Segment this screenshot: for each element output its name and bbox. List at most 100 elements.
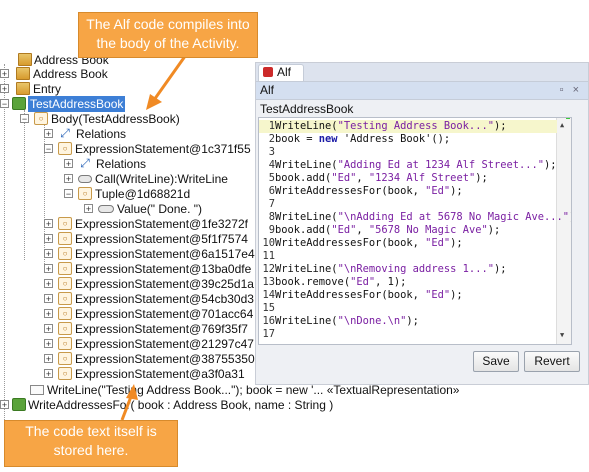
package-icon [18, 53, 32, 66]
code-line: 3 [259, 146, 275, 159]
code-text: ); [569, 211, 571, 223]
expand-icon[interactable]: + [44, 309, 53, 319]
code-text: ); [493, 263, 507, 275]
code-line: 6WriteAddressesFor(book, "Ed"); [259, 185, 463, 198]
tree-item-label: WriteAddressesFor( book : Address Book, … [28, 398, 334, 412]
comment-icon [30, 385, 44, 395]
line-number: 6 [268, 185, 275, 197]
expand-icon[interactable]: + [44, 234, 53, 244]
tree-item-label: ExpressionStatement@6a1517e4 [75, 247, 255, 261]
window-controls[interactable]: ▫ × [560, 82, 582, 99]
structured-node-icon: ○ [58, 262, 72, 275]
tree-item-label: Value(" Done. ") [117, 202, 203, 216]
expand-icon[interactable]: + [0, 69, 9, 79]
code-text: ); [406, 315, 419, 327]
tab-alf[interactable]: Alf [258, 64, 304, 81]
string-literal: "\nRemoving address 1..." [337, 263, 494, 275]
code-text: WriteLine( [275, 159, 338, 171]
code-text: , 1); [375, 276, 407, 288]
tree-item-label: ExpressionStatement@54cb30d3 [75, 292, 254, 306]
string-literal: "Ed" [331, 172, 357, 184]
expand-icon[interactable]: + [44, 354, 53, 364]
code-text: book.remove( [275, 276, 351, 288]
code-text: WriteLine( [275, 120, 338, 132]
collapse-icon[interactable]: − [20, 114, 29, 124]
string-literal: "1234 Alf Street" [368, 172, 476, 184]
line-number: 15 [262, 302, 275, 314]
callout-bottom-arrow [120, 384, 138, 421]
code-line: 9book.add("Ed", "5678 No Magic Ave"); [259, 224, 501, 237]
save-button[interactable]: Save [473, 351, 519, 372]
callout-text: The code text itself is stored here. [25, 423, 157, 458]
revert-button[interactable]: Revert [524, 351, 580, 372]
collapse-icon[interactable]: − [0, 99, 9, 109]
tab-label: Alf [277, 65, 292, 79]
expand-icon[interactable]: + [44, 324, 53, 334]
code-text: 'Address Book'(); [337, 133, 451, 145]
line-number: 16 [262, 315, 275, 327]
code-line: 11 [259, 250, 275, 263]
tree-item-label: ExpressionStatement@39c25d1a [75, 277, 254, 291]
code-text: WriteLine( [275, 211, 338, 223]
tree-item-label: ExpressionStatement@1fe3272f [75, 217, 248, 231]
line-number: 4 [268, 159, 275, 171]
expand-icon[interactable]: + [44, 219, 53, 229]
code-text: ); [544, 159, 557, 171]
expand-icon[interactable]: + [44, 264, 53, 274]
expand-icon[interactable]: + [64, 159, 73, 169]
line-number: 7 [268, 198, 275, 210]
string-literal: "\nAdding Ed at 5678 No Magic Ave..." [337, 211, 570, 223]
code-editor[interactable]: ▲ ▼ 1WriteLine("Testing Address Book..."… [258, 117, 572, 345]
scroll-up-icon[interactable]: ▲ [560, 121, 564, 129]
code-line: 15 [259, 302, 275, 315]
tree-guide-line [24, 110, 25, 260]
expand-icon[interactable]: + [44, 339, 53, 349]
code-line: 14WriteAddressesFor(book, "Ed"); [259, 289, 463, 302]
string-literal: "Ed" [331, 224, 357, 236]
structured-node-icon: ○ [58, 322, 72, 335]
tree-item-label: ExpressionStatement@13ba0dfe [75, 262, 252, 276]
expand-icon[interactable]: + [44, 249, 53, 259]
expand-icon[interactable]: + [44, 279, 53, 289]
status-marker [566, 118, 570, 119]
tree-item-label: Entry [33, 82, 62, 96]
collapse-icon[interactable]: − [64, 189, 73, 199]
structured-node-icon: ○ [34, 112, 48, 125]
expand-icon[interactable]: + [0, 84, 9, 94]
callout-text: The Alf code compiles into the body of t… [86, 16, 250, 51]
line-number: 17 [262, 328, 275, 340]
expand-icon[interactable]: + [64, 174, 73, 184]
expand-icon[interactable]: + [0, 400, 9, 410]
structured-node-icon: ○ [58, 352, 72, 365]
code-text: WriteLine( [275, 315, 338, 327]
structured-node-icon: ○ [58, 232, 72, 245]
line-number: 14 [262, 289, 275, 301]
string-literal: "Ed" [425, 289, 451, 301]
line-number: 13 [262, 276, 275, 288]
scroll-down-icon[interactable]: ▼ [560, 331, 564, 339]
tree-item-label: Relations [96, 157, 147, 171]
expand-icon[interactable]: + [44, 369, 53, 379]
line-number: 8 [268, 211, 275, 223]
line-number: 12 [262, 263, 275, 275]
expand-icon[interactable]: + [44, 294, 53, 304]
action-icon [98, 205, 114, 213]
code-text: WriteLine( [275, 263, 338, 275]
line-number: 2 [268, 133, 275, 145]
expand-icon[interactable]: + [44, 129, 53, 139]
tree-item-label: ExpressionStatement@5f1f7574 [75, 232, 248, 246]
vertical-scrollbar[interactable]: ▲ ▼ [556, 118, 571, 344]
tree-item-label: ExpressionStatement@38755350 [75, 352, 255, 366]
string-literal: "5678 No Magic Ave" [368, 224, 488, 236]
code-text: , [356, 172, 369, 184]
collapse-icon[interactable]: − [44, 144, 53, 154]
code-text: , [356, 224, 369, 236]
code-text: book.add( [275, 172, 332, 184]
code-text: ); [450, 289, 463, 301]
code-text: WriteAddressesFor(book, [275, 237, 426, 249]
code-text: WriteAddressesFor(book, [275, 289, 426, 301]
tree-item-label: Tuple@1d68821d [95, 187, 191, 201]
expand-icon[interactable]: + [84, 204, 93, 214]
code-line: 1WriteLine("Testing Address Book..."); [259, 120, 557, 133]
structured-node-icon: ○ [58, 292, 72, 305]
